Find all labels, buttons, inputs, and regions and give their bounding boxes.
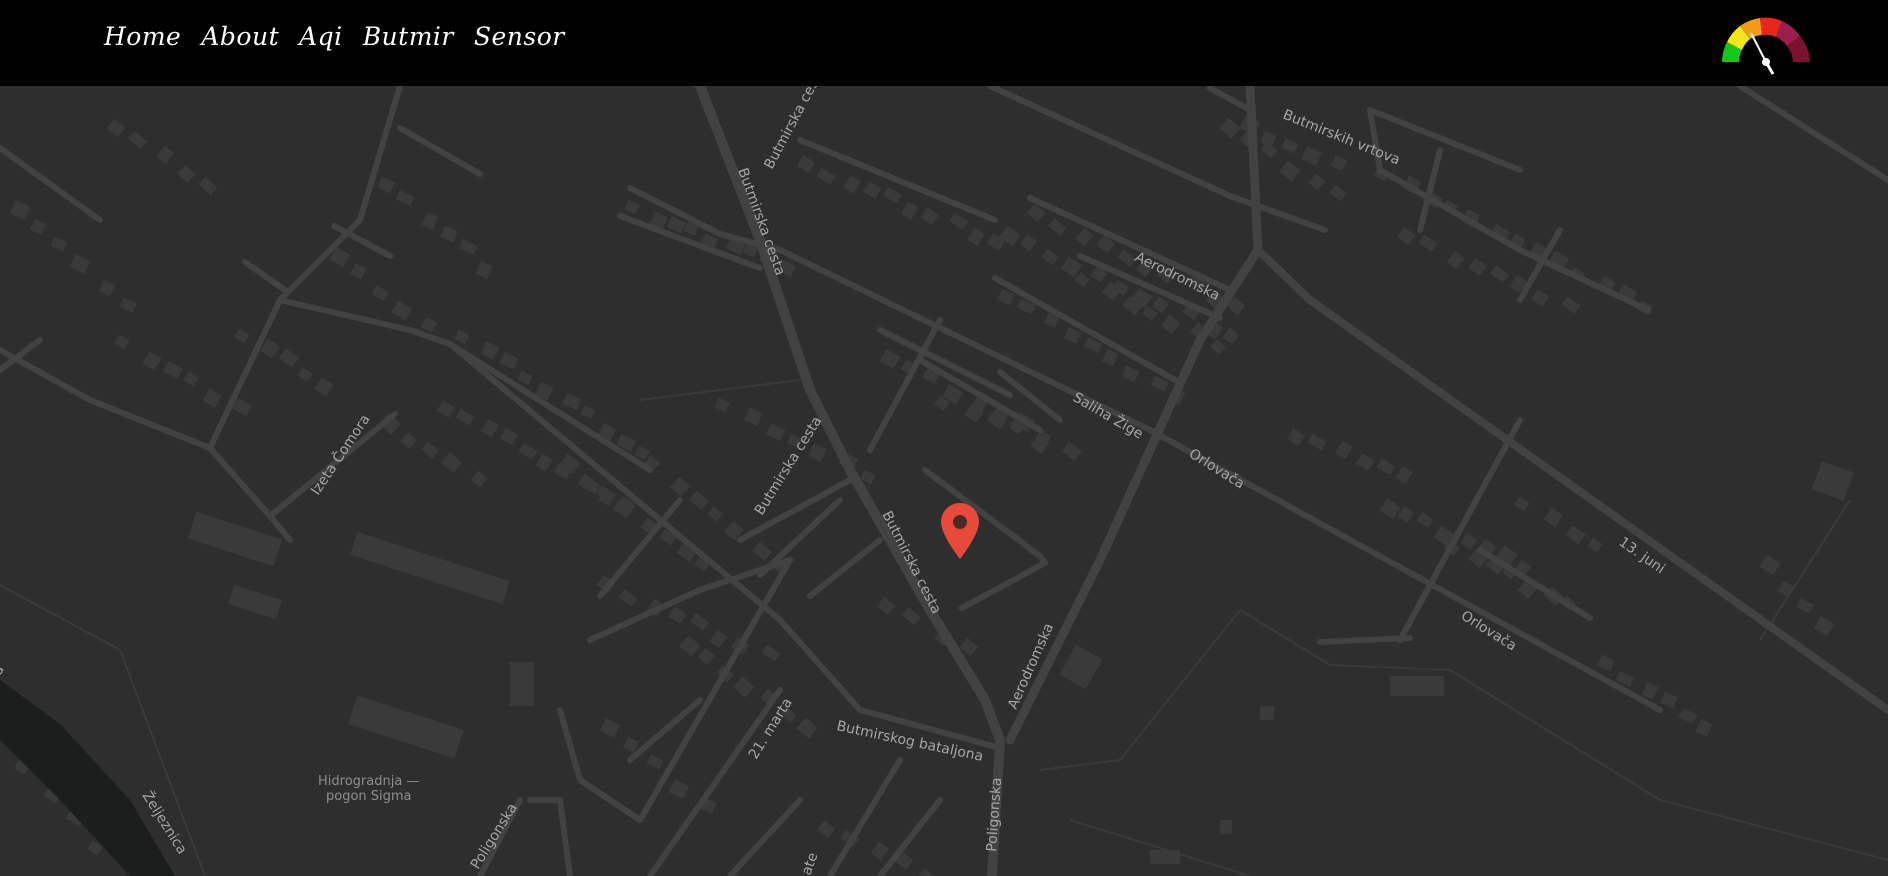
- nav-aqi-link[interactable]: Aqi: [299, 22, 343, 51]
- poi-label: pogon Sigma: [326, 789, 412, 804]
- nav-butmir-link[interactable]: Butmir: [363, 22, 454, 51]
- main-nav: Home About Aqi Butmir Sensor: [104, 22, 565, 51]
- nav-sensor-link[interactable]: Sensor: [474, 22, 565, 51]
- map-view[interactable]: Butmirska cesta Butmirska cesta Butmirsk…: [0, 86, 1888, 876]
- nav-about-link[interactable]: About: [201, 22, 279, 51]
- aqi-gauge-icon: [1722, 17, 1810, 75]
- location-pin-icon[interactable]: [940, 502, 980, 560]
- poi-label: Hidrogradnja —: [318, 774, 419, 789]
- top-navbar: Home About Aqi Butmir Sensor: [0, 0, 1888, 86]
- map-canvas[interactable]: Butmirska cesta Butmirska cesta Butmirsk…: [0, 86, 1888, 876]
- nav-home-link[interactable]: Home: [104, 22, 181, 51]
